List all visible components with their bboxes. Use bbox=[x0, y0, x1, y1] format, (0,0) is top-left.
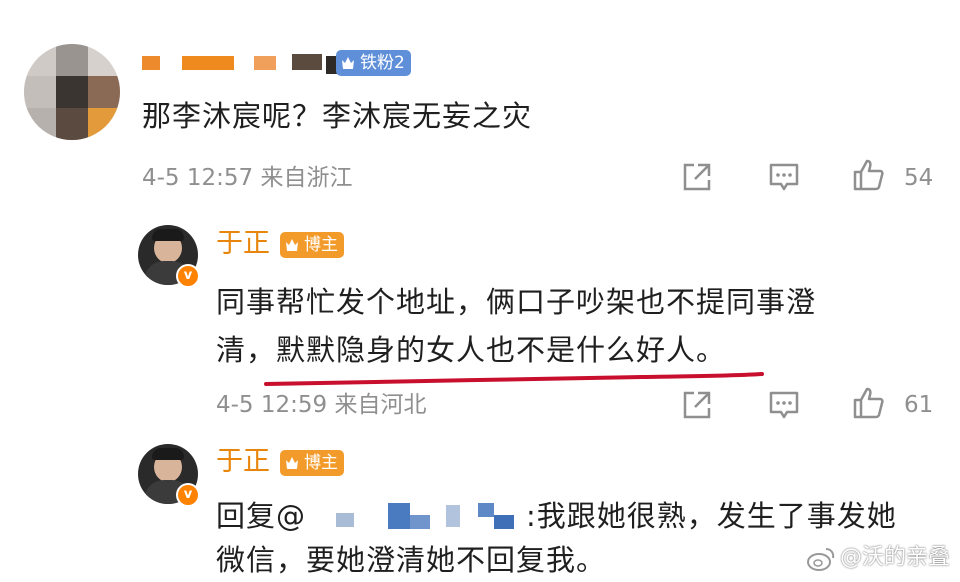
comment-meta: 4-5 12:57 来自浙江 bbox=[142, 165, 353, 191]
comment-icon[interactable] bbox=[767, 160, 801, 194]
reply-text-line1: 回复@ :我跟她很熟，发生了事发她 bbox=[216, 494, 897, 538]
fan-badge: 铁粉2 bbox=[336, 50, 411, 76]
avatar-blurred[interactable] bbox=[24, 44, 120, 140]
like-count: 61 bbox=[904, 392, 934, 418]
like-count: 54 bbox=[904, 165, 934, 191]
username-blurred[interactable] bbox=[142, 52, 342, 74]
fan-badge-label: 铁粉2 bbox=[360, 53, 405, 73]
author-name[interactable]: 于正 bbox=[216, 228, 270, 260]
red-underline bbox=[264, 372, 764, 386]
reply-text-highlight: 默默隐身的女人也不是什么好人。 bbox=[276, 333, 727, 367]
mentioned-user-blurred[interactable] bbox=[306, 503, 526, 533]
verified-icon: v bbox=[176, 264, 200, 288]
verified-icon: v bbox=[176, 483, 200, 507]
blogger-badge: 博主 bbox=[280, 450, 344, 476]
reply-text: :我跟她很熟，发生了事发她 bbox=[526, 499, 897, 533]
share-icon[interactable] bbox=[680, 160, 714, 194]
crown-icon bbox=[342, 57, 354, 69]
blogger-badge-label: 博主 bbox=[304, 235, 338, 255]
reply-text-line1: 同事帮忙发个地址，俩口子吵架也不提同事澄 bbox=[216, 285, 817, 319]
reply-text-line2: 微信，要她澄清她不回复我。 bbox=[216, 543, 607, 577]
blogger-badge-label: 博主 bbox=[304, 453, 338, 473]
crown-icon bbox=[286, 239, 298, 251]
weibo-logo-icon bbox=[807, 548, 835, 571]
like-icon[interactable] bbox=[852, 158, 886, 192]
like-icon[interactable] bbox=[852, 386, 886, 420]
comment-icon[interactable] bbox=[767, 388, 801, 422]
author-name[interactable]: 于正 bbox=[216, 446, 270, 478]
blogger-badge: 博主 bbox=[280, 232, 344, 258]
share-icon[interactable] bbox=[680, 388, 714, 422]
reply-meta: 4-5 12:59 来自河北 bbox=[216, 392, 427, 418]
reply-text-line2: 清，默默隐身的女人也不是什么好人。 bbox=[216, 328, 726, 372]
watermark-text: @沃的亲叠 bbox=[840, 545, 951, 570]
reply-text-prefix: 清， bbox=[216, 333, 277, 367]
comment-text: 那李沐宸呢？李沐宸无妄之灾 bbox=[142, 99, 533, 133]
reply-prefix: 回复@ bbox=[216, 499, 307, 533]
crown-icon bbox=[286, 457, 298, 469]
